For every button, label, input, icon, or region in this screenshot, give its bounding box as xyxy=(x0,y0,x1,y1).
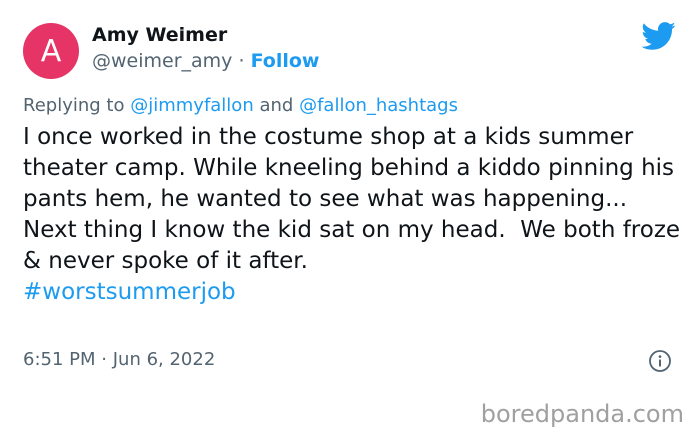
reply-context: Replying to @jimmyfallon and @fallon_has… xyxy=(23,95,458,116)
reply-mention-fallon-hashtags[interactable]: @fallon_hashtags xyxy=(299,95,458,116)
boredpanda-watermark: boredpanda.com xyxy=(480,400,684,428)
tweet-timestamp[interactable]: 6:51 PM · Jun 6, 2022 xyxy=(23,349,215,370)
reply-prefix: Replying to xyxy=(23,95,125,116)
tweet-body: I once worked in the costume shop at a k… xyxy=(23,122,683,308)
tweet-hashtag[interactable]: #worstsummerjob xyxy=(23,277,683,308)
tweet-date: Jun 6, 2022 xyxy=(112,349,216,370)
tweet-time: 6:51 PM xyxy=(23,349,96,370)
follow-button[interactable]: Follow xyxy=(251,50,320,72)
divider xyxy=(0,387,700,388)
author-name[interactable]: Amy Weimer xyxy=(92,24,227,46)
author-handle[interactable]: @weimer_amy xyxy=(92,50,232,72)
info-icon[interactable] xyxy=(648,349,672,373)
twitter-bird-icon[interactable] xyxy=(640,18,676,54)
reply-mention-jimmyfallon[interactable]: @jimmyfallon xyxy=(130,95,254,116)
reply-conjunction: and xyxy=(259,95,294,116)
author-handle-row: @weimer_amy · Follow xyxy=(92,50,319,72)
avatar-initial: A xyxy=(40,33,62,69)
avatar[interactable]: A xyxy=(23,23,79,79)
timestamp-separator: · xyxy=(101,349,107,370)
handle-separator: · xyxy=(238,50,245,72)
tweet-text: I once worked in the costume shop at a k… xyxy=(23,124,688,274)
